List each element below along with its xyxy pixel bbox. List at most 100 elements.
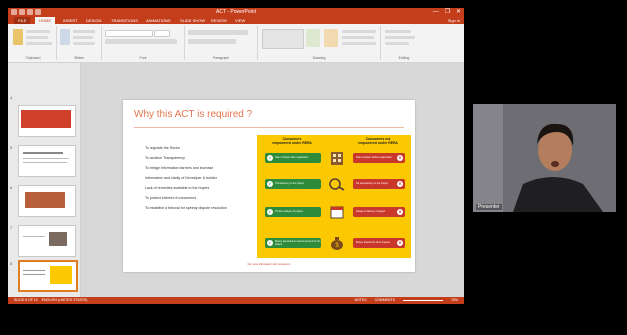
status-bar: SLIDE 8 OF 12 ENGLISH (UNITED STATES) NO…	[8, 297, 464, 304]
not-empowered-box: No transparency in the project ✕	[353, 179, 405, 189]
empowered-box: ✓ Transparency in the project	[265, 179, 321, 189]
group-label: Font	[139, 56, 147, 60]
cross-icon: ✕	[397, 155, 403, 161]
minimize-button[interactable]: —	[433, 8, 439, 17]
comparison-row: ✓ Money deposited in escrow account for …	[257, 236, 411, 250]
bullet-list[interactable]: To regulate the Sector To achieve Transp…	[145, 143, 263, 213]
not-empowered-box: Sale of project without registration ✕	[353, 153, 405, 163]
cross-icon: ✕	[397, 209, 403, 215]
ribbon-group-slides: Slides	[57, 26, 102, 60]
slide-thumbnail[interactable]	[18, 145, 76, 177]
close-button[interactable]: ✕	[456, 8, 461, 17]
font-name-select[interactable]	[105, 30, 153, 37]
font-size-select[interactable]	[154, 30, 170, 37]
group-label: Editing	[398, 56, 410, 60]
cross-icon: ✕	[397, 240, 403, 246]
thumbnail-number: 7	[10, 225, 13, 230]
language-indicator[interactable]: ENGLISH (UNITED STATES)	[42, 298, 88, 302]
comparison-row: ✓ On time delivery of project Delays in …	[257, 205, 411, 219]
ribbon-group-drawing: Drawing	[258, 26, 381, 60]
not-empowered-box: Money diverted to other projects ✕	[353, 238, 405, 248]
comments-button[interactable]: COMMENTS	[375, 297, 395, 304]
check-icon: ✓	[267, 209, 273, 215]
font-formatting-buttons[interactable]	[105, 39, 177, 44]
calendar-icon	[330, 206, 344, 219]
slide-counter: SLIDE 8 OF 12	[14, 298, 38, 302]
tab-insert[interactable]: INSERT	[63, 17, 78, 24]
empowered-box: ✓ On time delivery of project	[265, 207, 321, 217]
empowered-header: Consumers empowered under RERA	[272, 137, 312, 145]
group-label: Slides	[74, 56, 84, 60]
shape-outline-button[interactable]	[342, 36, 374, 39]
current-slide[interactable]: Why this ACT is required ? To regulate t…	[123, 100, 415, 272]
notes-button[interactable]: NOTES	[355, 297, 367, 304]
maximize-button[interactable]: ❐	[445, 8, 450, 17]
tab-transitions[interactable]: TRANSITIONS	[111, 17, 138, 24]
section-button[interactable]	[73, 42, 95, 45]
slide-thumbnail[interactable]	[18, 185, 76, 217]
status-left: SLIDE 8 OF 12 ENGLISH (UNITED STATES)	[14, 297, 87, 304]
empowered-box: ✓ Money deposited in escrow account for …	[265, 238, 321, 248]
format-painter-button[interactable]	[26, 42, 52, 45]
title-divider	[134, 127, 404, 128]
tab-slide-show[interactable]: SLIDE SHOW	[180, 17, 205, 24]
check-icon: ✓	[267, 155, 273, 161]
layout-button[interactable]	[73, 30, 95, 33]
cut-button[interactable]	[26, 30, 50, 33]
tab-file[interactable]: FILE	[14, 17, 31, 24]
bullet-item: To protect interest of consumers	[145, 196, 197, 200]
alignment-buttons[interactable]	[188, 39, 236, 44]
slide-thumbnail[interactable]	[18, 105, 76, 137]
quick-styles-icon[interactable]	[324, 29, 338, 47]
bullet-item: To bridge information barriers and incre…	[145, 166, 214, 170]
tab-review[interactable]: REVIEW	[211, 17, 227, 24]
shape-fill-button[interactable]	[342, 30, 376, 33]
tab-animations[interactable]: ANIMATIONS	[146, 17, 171, 24]
rera-infographic[interactable]: Consumers empowered under RERA Consumers…	[257, 135, 411, 258]
bullet-item: To establish a tribunal for speedy dispu…	[145, 206, 227, 210]
magnifier-icon	[329, 178, 345, 191]
powerpoint-window: ACT - PowerPoint — ❐ ✕ FILE HOME INSERT …	[8, 8, 464, 304]
ribbon-group-paragraph: Paragraph	[185, 26, 258, 60]
building-icon	[331, 152, 343, 165]
list-buttons[interactable]	[188, 30, 248, 35]
ribbon-group-editing: Editing	[381, 26, 427, 60]
arrange-icon[interactable]	[306, 29, 320, 47]
paste-icon[interactable]	[13, 29, 23, 45]
group-label: Paragraph	[212, 56, 230, 60]
tab-view[interactable]: VIEW	[235, 17, 245, 24]
copy-button[interactable]	[26, 36, 48, 39]
thumbnail-number: 4	[10, 95, 13, 100]
select-button[interactable]	[385, 42, 409, 45]
ribbon-group-clipboard: Clipboard	[10, 26, 57, 60]
shape-effects-button[interactable]	[342, 42, 376, 45]
slide-footnote[interactable]: For more information visit: rera.gov.in	[123, 263, 415, 266]
slide-editor[interactable]: Why this ACT is required ? To regulate t…	[81, 63, 464, 297]
cross-icon: ✕	[397, 181, 403, 187]
new-slide-icon[interactable]	[60, 29, 70, 45]
group-label: Drawing	[312, 56, 326, 60]
ribbon-tabs: FILE HOME INSERT DESIGN TRANSITIONS ANIM…	[8, 17, 464, 24]
tab-design[interactable]: DESIGN	[86, 17, 101, 24]
slide-title[interactable]: Why this ACT is required ?	[134, 109, 252, 120]
participant-name: Presenter	[476, 204, 502, 210]
zoom-level[interactable]: 76%	[451, 297, 458, 304]
slide-thumbnails-pane: 4 5 6 7 8	[8, 63, 81, 297]
reset-button[interactable]	[73, 36, 93, 39]
ribbon: Clipboard Slides Font Paragraph Drawing …	[8, 24, 464, 63]
window-title: ACT - PowerPoint	[216, 9, 256, 15]
comparison-row: ✓ Transparency in the project No transpa…	[257, 177, 411, 191]
window-controls: — ❐ ✕	[433, 8, 461, 17]
sign-in-link[interactable]: Sign in	[448, 17, 460, 24]
bullet-item: To regulate the Sector	[145, 146, 181, 150]
tab-home[interactable]: HOME	[35, 17, 55, 24]
zoom-slider[interactable]	[402, 297, 443, 304]
bullet-item: To achieve Transparency	[145, 156, 185, 160]
slide-thumbnail-selected[interactable]	[18, 260, 78, 292]
shapes-gallery[interactable]	[262, 29, 304, 49]
find-button[interactable]	[385, 30, 411, 33]
check-icon: ✓	[267, 181, 273, 187]
slide-thumbnail[interactable]	[18, 225, 76, 257]
check-icon: ✓	[267, 240, 273, 246]
replace-button[interactable]	[385, 36, 415, 39]
